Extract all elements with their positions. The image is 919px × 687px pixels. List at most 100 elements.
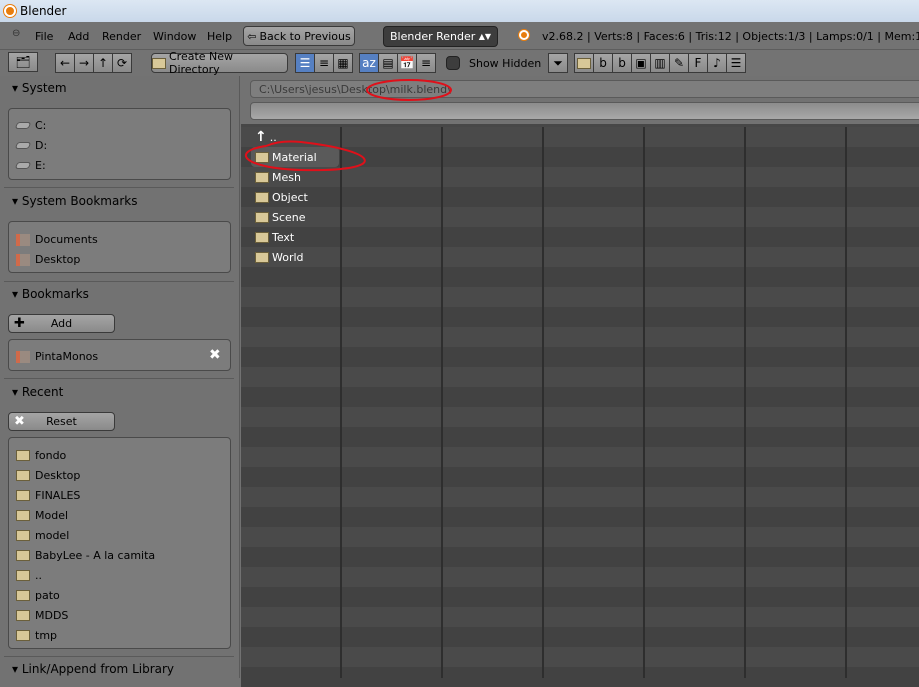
panel-header-system[interactable]: ▾ System — [12, 81, 67, 95]
filter-icon[interactable]: ⏷ — [548, 53, 568, 73]
render-engine-select[interactable]: Blender Render ▲▼ — [383, 26, 498, 47]
file-row-stripe — [241, 227, 919, 247]
editor-type-icon[interactable]: ⊖ — [12, 28, 20, 39]
back-to-previous-button[interactable]: ⇦ Back to Previous — [243, 26, 355, 46]
recent-item[interactable]: FINALES — [16, 489, 80, 502]
divider — [4, 187, 234, 188]
filter-blend-icon[interactable]: b — [593, 53, 613, 73]
folder-item[interactable]: Text — [255, 227, 294, 247]
filter-font-icon[interactable]: F — [688, 53, 708, 73]
folder-icon — [255, 231, 269, 243]
recent-item[interactable]: model — [16, 529, 69, 542]
back-icon: ⇦ — [247, 29, 257, 43]
create-new-directory-button[interactable]: Create New Directory — [151, 50, 288, 76]
refresh-icon[interactable]: ⟳ — [112, 53, 132, 73]
recent-item[interactable]: .. — [16, 569, 42, 582]
folder-item[interactable]: World — [255, 247, 304, 267]
file-row-stripe — [241, 487, 919, 507]
sort-extension-icon[interactable]: ▤ — [378, 53, 398, 73]
bookmark-item[interactable]: Documents — [16, 233, 98, 246]
file-row-stripe — [241, 187, 919, 207]
annotation-circle-material — [244, 140, 366, 172]
menu-help[interactable]: Help — [207, 30, 232, 43]
file-row-stripe — [241, 667, 919, 687]
filter-sound-icon[interactable]: ♪ — [707, 53, 727, 73]
recent-item[interactable]: Model — [16, 509, 68, 522]
column-divider — [744, 127, 746, 678]
filter-movie-icon[interactable]: ▥ — [650, 53, 670, 73]
drive-item[interactable]: C: — [14, 119, 46, 132]
column-divider — [845, 127, 847, 678]
folder-icon — [16, 470, 30, 481]
file-row-stripe — [241, 207, 919, 227]
show-hidden-checkbox[interactable] — [446, 56, 460, 70]
menu-render[interactable]: Render — [102, 30, 141, 43]
column-divider — [441, 127, 443, 678]
filter-backup-icon[interactable]: b — [612, 53, 632, 73]
bookmark-item[interactable]: Desktop — [16, 253, 80, 266]
annotation-circle-path — [366, 79, 452, 101]
filter-text-icon[interactable]: ☰ — [726, 53, 746, 73]
column-divider — [542, 127, 544, 678]
recent-item[interactable]: Desktop — [16, 469, 80, 482]
menu-window[interactable]: Window — [153, 30, 196, 43]
drive-item[interactable]: E: — [14, 159, 46, 172]
file-row-stripe — [241, 507, 919, 527]
panel-header-bookmarks[interactable]: ▾ Bookmarks — [12, 287, 89, 301]
recent-item[interactable]: MDDS — [16, 609, 68, 622]
display-short-list-icon[interactable]: ☰ — [295, 53, 315, 73]
filter-image-icon[interactable]: ▣ — [631, 53, 651, 73]
bookmark-icon — [16, 253, 30, 266]
file-row-stripe — [241, 307, 919, 327]
panel-header-system-bookmarks[interactable]: ▾ System Bookmarks — [12, 194, 137, 208]
bookmark-item[interactable]: PintaMonos — [16, 350, 98, 363]
file-row-stripe — [241, 247, 919, 267]
back-arrow-icon[interactable]: ← — [55, 53, 75, 73]
editor-type-button[interactable]: 🗂 — [8, 52, 38, 72]
window-title: Blender — [20, 4, 67, 18]
folder-icon — [16, 550, 30, 561]
filter-script-icon[interactable]: ✎ — [669, 53, 689, 73]
reset-recent-button[interactable]: ✖ Reset — [8, 412, 115, 431]
forward-arrow-icon[interactable]: → — [74, 53, 94, 73]
file-row-stripe — [241, 547, 919, 567]
bookmark-icon — [16, 350, 30, 363]
remove-bookmark-icon[interactable]: ✖ — [209, 347, 221, 363]
panel-header-recent[interactable]: ▾ Recent — [12, 385, 63, 399]
folder-icon — [16, 490, 30, 501]
menu-file[interactable]: File — [35, 30, 53, 43]
parent-dir-icon[interactable]: ↑ — [93, 53, 113, 73]
folder-icon — [16, 510, 30, 521]
recent-item[interactable]: BabyLee - A la camita — [16, 549, 155, 562]
sidebar: ▾ System C: D: E: ▾ System Bookmarks Doc… — [0, 76, 240, 678]
new-folder-icon — [152, 57, 166, 69]
display-thumbnails-icon[interactable]: ▦ — [333, 53, 353, 73]
show-hidden-label: Show Hidden — [469, 57, 542, 70]
file-row-stripe — [241, 567, 919, 587]
folder-icon — [255, 251, 269, 263]
recent-item[interactable]: fondo — [16, 449, 66, 462]
filter-folders-icon[interactable] — [574, 53, 594, 73]
menu-add[interactable]: Add — [68, 30, 89, 43]
folder-icon — [16, 530, 30, 541]
file-row-stripe — [241, 267, 919, 287]
sort-time-icon[interactable]: 📅 — [397, 53, 417, 73]
folder-icon — [16, 570, 30, 581]
file-row-stripe — [241, 447, 919, 467]
sort-size-icon[interactable]: ≡ — [416, 53, 436, 73]
file-row-stripe — [241, 407, 919, 427]
scene-stats: v2.68.2 | Verts:8 | Faces:6 | Tris:12 | … — [542, 30, 919, 43]
add-bookmark-button[interactable]: ✚ Add — [8, 314, 115, 333]
window-titlebar: Blender — [0, 0, 919, 22]
folder-item[interactable]: Object — [255, 187, 308, 207]
display-detailed-list-icon[interactable]: ≡ — [314, 53, 334, 73]
panel-header-link-append[interactable]: ▾ Link/Append from Library — [12, 662, 174, 676]
drive-item[interactable]: D: — [14, 139, 47, 152]
recent-item[interactable]: tmp — [16, 629, 57, 642]
file-row-stripe — [241, 347, 919, 367]
folder-item[interactable]: Scene — [255, 207, 306, 227]
column-divider — [643, 127, 645, 678]
recent-item[interactable]: pato — [16, 589, 60, 602]
sort-alpha-icon[interactable]: az — [359, 53, 379, 73]
file-row-stripe — [241, 287, 919, 307]
